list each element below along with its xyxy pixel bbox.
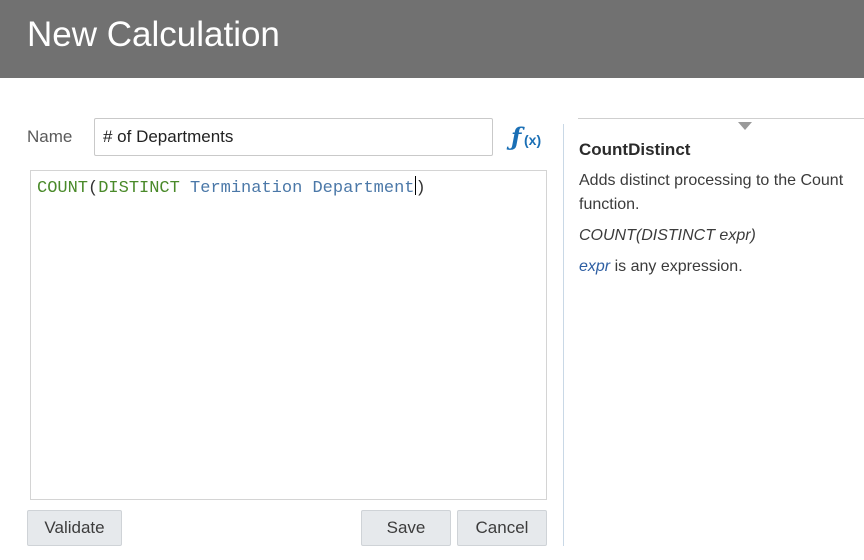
- dialog-title: New Calculation: [27, 15, 280, 54]
- function-x-glyph: (x): [524, 132, 542, 148]
- help-syntax: COUNT(DISTINCT expr): [579, 227, 756, 244]
- token-column-department: Department: [312, 179, 415, 198]
- name-label: Name: [27, 127, 73, 146]
- panel-divider: [563, 124, 564, 546]
- token-count: COUNT: [37, 179, 89, 198]
- expression-editor[interactable]: COUNT(DISTINCT Termination Department): [30, 170, 547, 500]
- save-button[interactable]: Save: [361, 510, 451, 546]
- caret-down-icon[interactable]: [738, 122, 752, 130]
- help-param-text: is any expression.: [610, 258, 743, 275]
- cancel-button[interactable]: Cancel: [457, 510, 547, 546]
- token-open-paren: (: [88, 179, 99, 198]
- token-column-termination: Termination: [190, 179, 303, 198]
- help-panel-top-border: [578, 118, 864, 119]
- help-function-title: CountDistinct: [579, 140, 691, 159]
- help-param-name: expr: [579, 258, 611, 275]
- validate-button[interactable]: Validate: [27, 510, 122, 546]
- function-picker-button[interactable]: ƒ (x): [509, 122, 549, 152]
- help-description: Adds distinct processing to the Count fu…: [579, 172, 844, 213]
- token-close-paren: ): [415, 179, 426, 198]
- dialog-header: New Calculation: [0, 0, 864, 78]
- help-parameter: expr is any expression.: [579, 258, 743, 276]
- name-input[interactable]: [94, 118, 493, 156]
- token-distinct: DISTINCT: [98, 179, 180, 198]
- function-fx-icon: ƒ: [511, 122, 522, 151]
